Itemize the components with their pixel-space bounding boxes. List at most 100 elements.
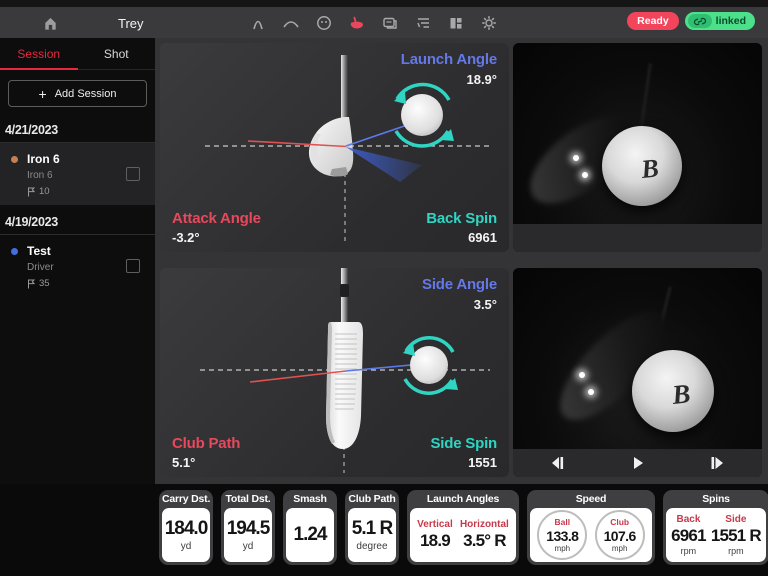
play-button[interactable]: [627, 453, 649, 473]
flag-icon: [27, 187, 35, 197]
camera-strip: [513, 224, 762, 252]
session-item-iron6[interactable]: Iron 6 Iron 6 10: [0, 143, 155, 205]
ball-brand-letter: B: [640, 153, 660, 185]
side-angle-label: Side Angle: [422, 276, 497, 293]
session-color-dot: [11, 156, 18, 163]
metric-title: Smash: [286, 490, 334, 508]
main-content: Launch Angle 18.9° Attack Angle -3.2° Ba…: [155, 38, 768, 484]
golf-ball: B: [602, 126, 682, 206]
metric-value: 184.0: [165, 518, 208, 540]
pair-value: 18.9: [420, 531, 450, 551]
club-icon[interactable]: [347, 13, 366, 32]
club-path-value: 5.1°: [172, 455, 195, 470]
session-title: Test: [27, 244, 145, 258]
metric-title: Carry Dst.: [162, 490, 210, 508]
session-checkbox[interactable]: [126, 259, 140, 273]
pair-value: 1551 R: [711, 526, 761, 546]
camera-video: B: [513, 43, 762, 224]
metric-value: 5.1 R: [352, 518, 392, 540]
session-date: 4/21/2023: [0, 113, 155, 142]
metric-title: Club Path: [348, 490, 396, 508]
previous-frame-button[interactable]: [547, 453, 569, 473]
sessions-icon[interactable]: [380, 13, 399, 32]
side-angle-value: 3.5°: [474, 297, 497, 312]
metric-title: Speed: [530, 490, 652, 508]
camera-view-top[interactable]: B: [513, 43, 762, 252]
reflection-speck: [579, 372, 585, 378]
metric-card-launch-angles: Launch Angles Vertical 18.9 Horizontal 3…: [407, 490, 519, 565]
metric-body: 1.24: [286, 508, 334, 562]
home-icon[interactable]: [40, 13, 60, 33]
settings-gear-icon[interactable]: [479, 13, 498, 32]
dashboard-icon[interactable]: [446, 13, 465, 32]
sidebar-tabs: Session Shot: [0, 38, 155, 70]
launch-angle-value: 18.9°: [466, 72, 497, 87]
metric-pair-side-spin: Side 1551 R rpm: [711, 514, 761, 556]
metric-value: 1.24: [294, 524, 327, 546]
pair-unit: rpm: [728, 546, 744, 556]
sidebar: Session Shot + Add Session 4/21/2023 Iro…: [0, 38, 155, 484]
circle-unit: mph: [612, 544, 628, 553]
shot-count: 10: [27, 186, 145, 197]
impact-side-panel: Launch Angle 18.9° Attack Angle -3.2° Ba…: [160, 43, 509, 252]
metric-body: 5.1 R degree: [348, 508, 396, 562]
tab-session[interactable]: Session: [0, 38, 78, 69]
metric-body: Back 6961 rpm Side 1551 R rpm: [666, 508, 766, 562]
reflection-speck: [582, 172, 588, 178]
metric-pair-vertical: Vertical 18.9: [417, 519, 453, 551]
session-color-dot: [11, 248, 18, 255]
metric-body: 194.5 yd: [224, 508, 272, 562]
pair-label: Vertical: [417, 519, 453, 530]
trajectory-arc-icon[interactable]: [281, 13, 300, 32]
playback-controls: [513, 449, 762, 477]
ball-brand-letter: B: [671, 378, 692, 411]
circle-value: 133.8: [546, 528, 578, 544]
metrics-bar: Carry Dst. 184.0 yd Total Dst. 194.5 yd …: [0, 484, 768, 576]
circle-unit: mph: [555, 544, 571, 553]
add-session-button[interactable]: + Add Session: [8, 80, 147, 107]
camera-video: B: [513, 268, 762, 449]
metric-body: Ball 133.8 mph Club 107.6 mph: [530, 508, 652, 562]
top-icon-row: [248, 7, 498, 38]
back-spin-label: Back Spin: [426, 210, 497, 227]
metric-card-smash: Smash 1.24: [283, 490, 337, 565]
pair-label: Side: [725, 514, 746, 525]
linked-badge: linked: [685, 12, 755, 30]
metric-card-carry-distance: Carry Dst. 184.0 yd: [159, 490, 213, 565]
camera-view-bottom[interactable]: B: [513, 268, 762, 477]
back-spin-value: 6961: [468, 230, 497, 245]
add-session-label: Add Session: [55, 88, 117, 100]
metric-unit: yd: [181, 541, 192, 552]
pair-label: Horizontal: [460, 519, 509, 530]
metric-body: Vertical 18.9 Horizontal 3.5° R: [410, 508, 516, 562]
metric-card-club-path: Club Path 5.1 R degree: [345, 490, 399, 565]
flight-arc-icon[interactable]: [248, 13, 267, 32]
metric-body: 184.0 yd: [162, 508, 210, 562]
launch-angle-label: Launch Angle: [401, 51, 497, 68]
session-checkbox[interactable]: [126, 167, 140, 181]
top-bar: Trey: [0, 7, 768, 38]
shot-count: 35: [27, 278, 145, 289]
metric-pair-horizontal: Horizontal 3.5° R: [460, 519, 509, 551]
app-window: Trey: [0, 0, 768, 576]
user-name: Trey: [118, 16, 144, 31]
reflection-speck: [573, 155, 579, 161]
metric-circle-ball-speed: Ball 133.8 mph: [537, 510, 587, 560]
pair-unit: rpm: [681, 546, 697, 556]
metric-card-total-distance: Total Dst. 194.5 yd: [221, 490, 275, 565]
attack-angle-label: Attack Angle: [172, 210, 261, 227]
side-spin-label: Side Spin: [430, 435, 497, 452]
metric-title: Spins: [666, 490, 766, 508]
tab-shot[interactable]: Shot: [78, 38, 156, 69]
shot-list-icon[interactable]: [413, 13, 432, 32]
next-frame-button[interactable]: [706, 453, 728, 473]
session-date: 4/19/2023: [0, 205, 155, 234]
metric-pair-back-spin: Back 6961 rpm: [671, 514, 706, 556]
metric-value: 194.5: [227, 518, 270, 540]
reflection-speck: [588, 389, 594, 395]
ball-icon[interactable]: [314, 13, 333, 32]
session-item-test[interactable]: Test Driver 35: [0, 235, 155, 297]
session-title: Iron 6: [27, 152, 145, 166]
metric-circle-club-speed: Club 107.6 mph: [595, 510, 645, 560]
circle-value: 107.6: [604, 528, 636, 544]
